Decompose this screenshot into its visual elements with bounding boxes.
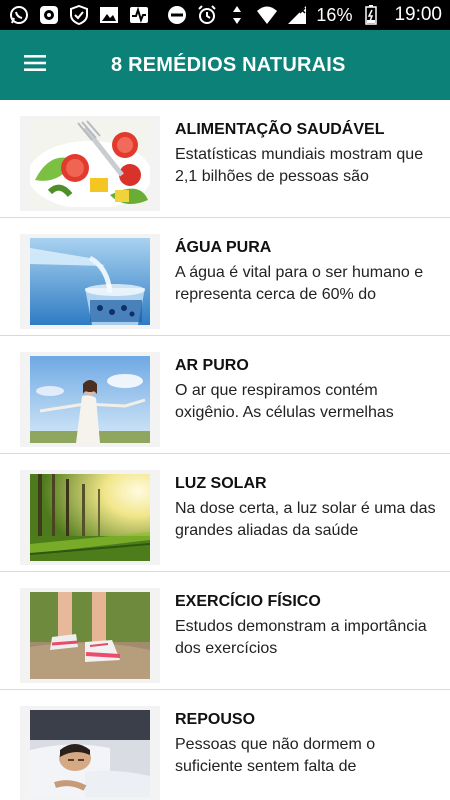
salad-photo [30, 120, 150, 207]
signal-icon [286, 4, 308, 26]
activity-icon [128, 4, 150, 26]
thumbnail-frame [20, 470, 160, 565]
list-item-luz-solar[interactable]: LUZ SOLAR Na dose certa, a luz solar é u… [0, 454, 450, 572]
thumbnail-frame [20, 352, 160, 447]
data-arrows-icon [226, 4, 248, 26]
thumbnail-frame [20, 706, 160, 800]
status-bar: 16% 19:00 [0, 0, 450, 30]
water-glass-photo [30, 238, 150, 325]
wifi-icon [256, 4, 278, 26]
status-right-icons: 16% 19:00 [166, 4, 442, 26]
app-title: 8 REMÉDIOS NATURAIS [111, 53, 346, 76]
list-item-repouso[interactable]: REPOUSO Pessoas que não dormem o suficie… [0, 690, 450, 800]
list-item-agua[interactable]: ÁGUA PURA A água é vital para o ser huma… [0, 218, 450, 336]
item-text: LUZ SOLAR Na dose certa, a luz solar é u… [175, 474, 440, 542]
sleeping-man-photo [30, 710, 150, 797]
item-description: Pessoas que não dormem o suficiente sent… [175, 736, 376, 775]
woman-sky-photo [30, 356, 150, 443]
item-title: LUZ SOLAR [175, 475, 267, 492]
item-text: EXERCÍCIO FÍSICO Estudos demonstram a im… [175, 592, 440, 660]
item-title: ALIMENTAÇÃO SAUDÁVEL [175, 121, 385, 138]
item-text: ALIMENTAÇÃO SAUDÁVEL Estatísticas mundia… [175, 120, 440, 188]
list-item-alimentacao[interactable]: ALIMENTAÇÃO SAUDÁVEL Estatísticas mundia… [0, 100, 450, 218]
remedies-list[interactable]: ALIMENTAÇÃO SAUDÁVEL Estatísticas mundia… [0, 100, 450, 800]
shield-icon [68, 4, 90, 26]
item-text: ÁGUA PURA A água é vital para o ser huma… [175, 238, 440, 306]
image-icon [98, 4, 120, 26]
thumbnail-frame [20, 234, 160, 329]
status-left-icons [8, 4, 150, 26]
item-description: Na dose certa, a luz solar é uma das gra… [175, 500, 436, 539]
item-text: REPOUSO Pessoas que não dormem o suficie… [175, 710, 440, 778]
item-title: ÁGUA PURA [175, 239, 272, 256]
item-title: EXERCÍCIO FÍSICO [175, 593, 321, 610]
item-description: O ar que respiramos contém oxigênio. As … [175, 382, 394, 421]
whatsapp-icon [8, 4, 30, 26]
item-description: A água é vital para o ser humano e repre… [175, 264, 424, 303]
alarm-icon [196, 4, 218, 26]
item-title: AR PURO [175, 357, 249, 374]
clock: 19:00 [394, 4, 442, 25]
list-item-exercicio[interactable]: EXERCÍCIO FÍSICO Estudos demonstram a im… [0, 572, 450, 690]
item-description: Estatísticas mundiais mostram que 2,1 bi… [175, 146, 424, 185]
thumbnail-frame [20, 588, 160, 683]
battery-percent: 16% [316, 4, 353, 25]
hamburger-menu-icon[interactable] [23, 54, 47, 77]
do-not-disturb-icon [166, 4, 188, 26]
app-bar: 8 REMÉDIOS NATURAIS [0, 30, 450, 100]
app-notification-icon [38, 4, 60, 26]
thumbnail-frame [20, 116, 160, 211]
menu-button[interactable] [0, 30, 70, 100]
sunlight-forest-photo [30, 474, 150, 561]
running-shoes-photo [30, 592, 150, 679]
item-title: REPOUSO [175, 711, 256, 728]
item-text: AR PURO O ar que respiramos contém oxigê… [175, 356, 440, 424]
item-description: Estudos demonstram a importância dos exe… [175, 618, 427, 657]
battery-icon [360, 4, 382, 26]
list-item-ar-puro[interactable]: AR PURO O ar que respiramos contém oxigê… [0, 336, 450, 454]
